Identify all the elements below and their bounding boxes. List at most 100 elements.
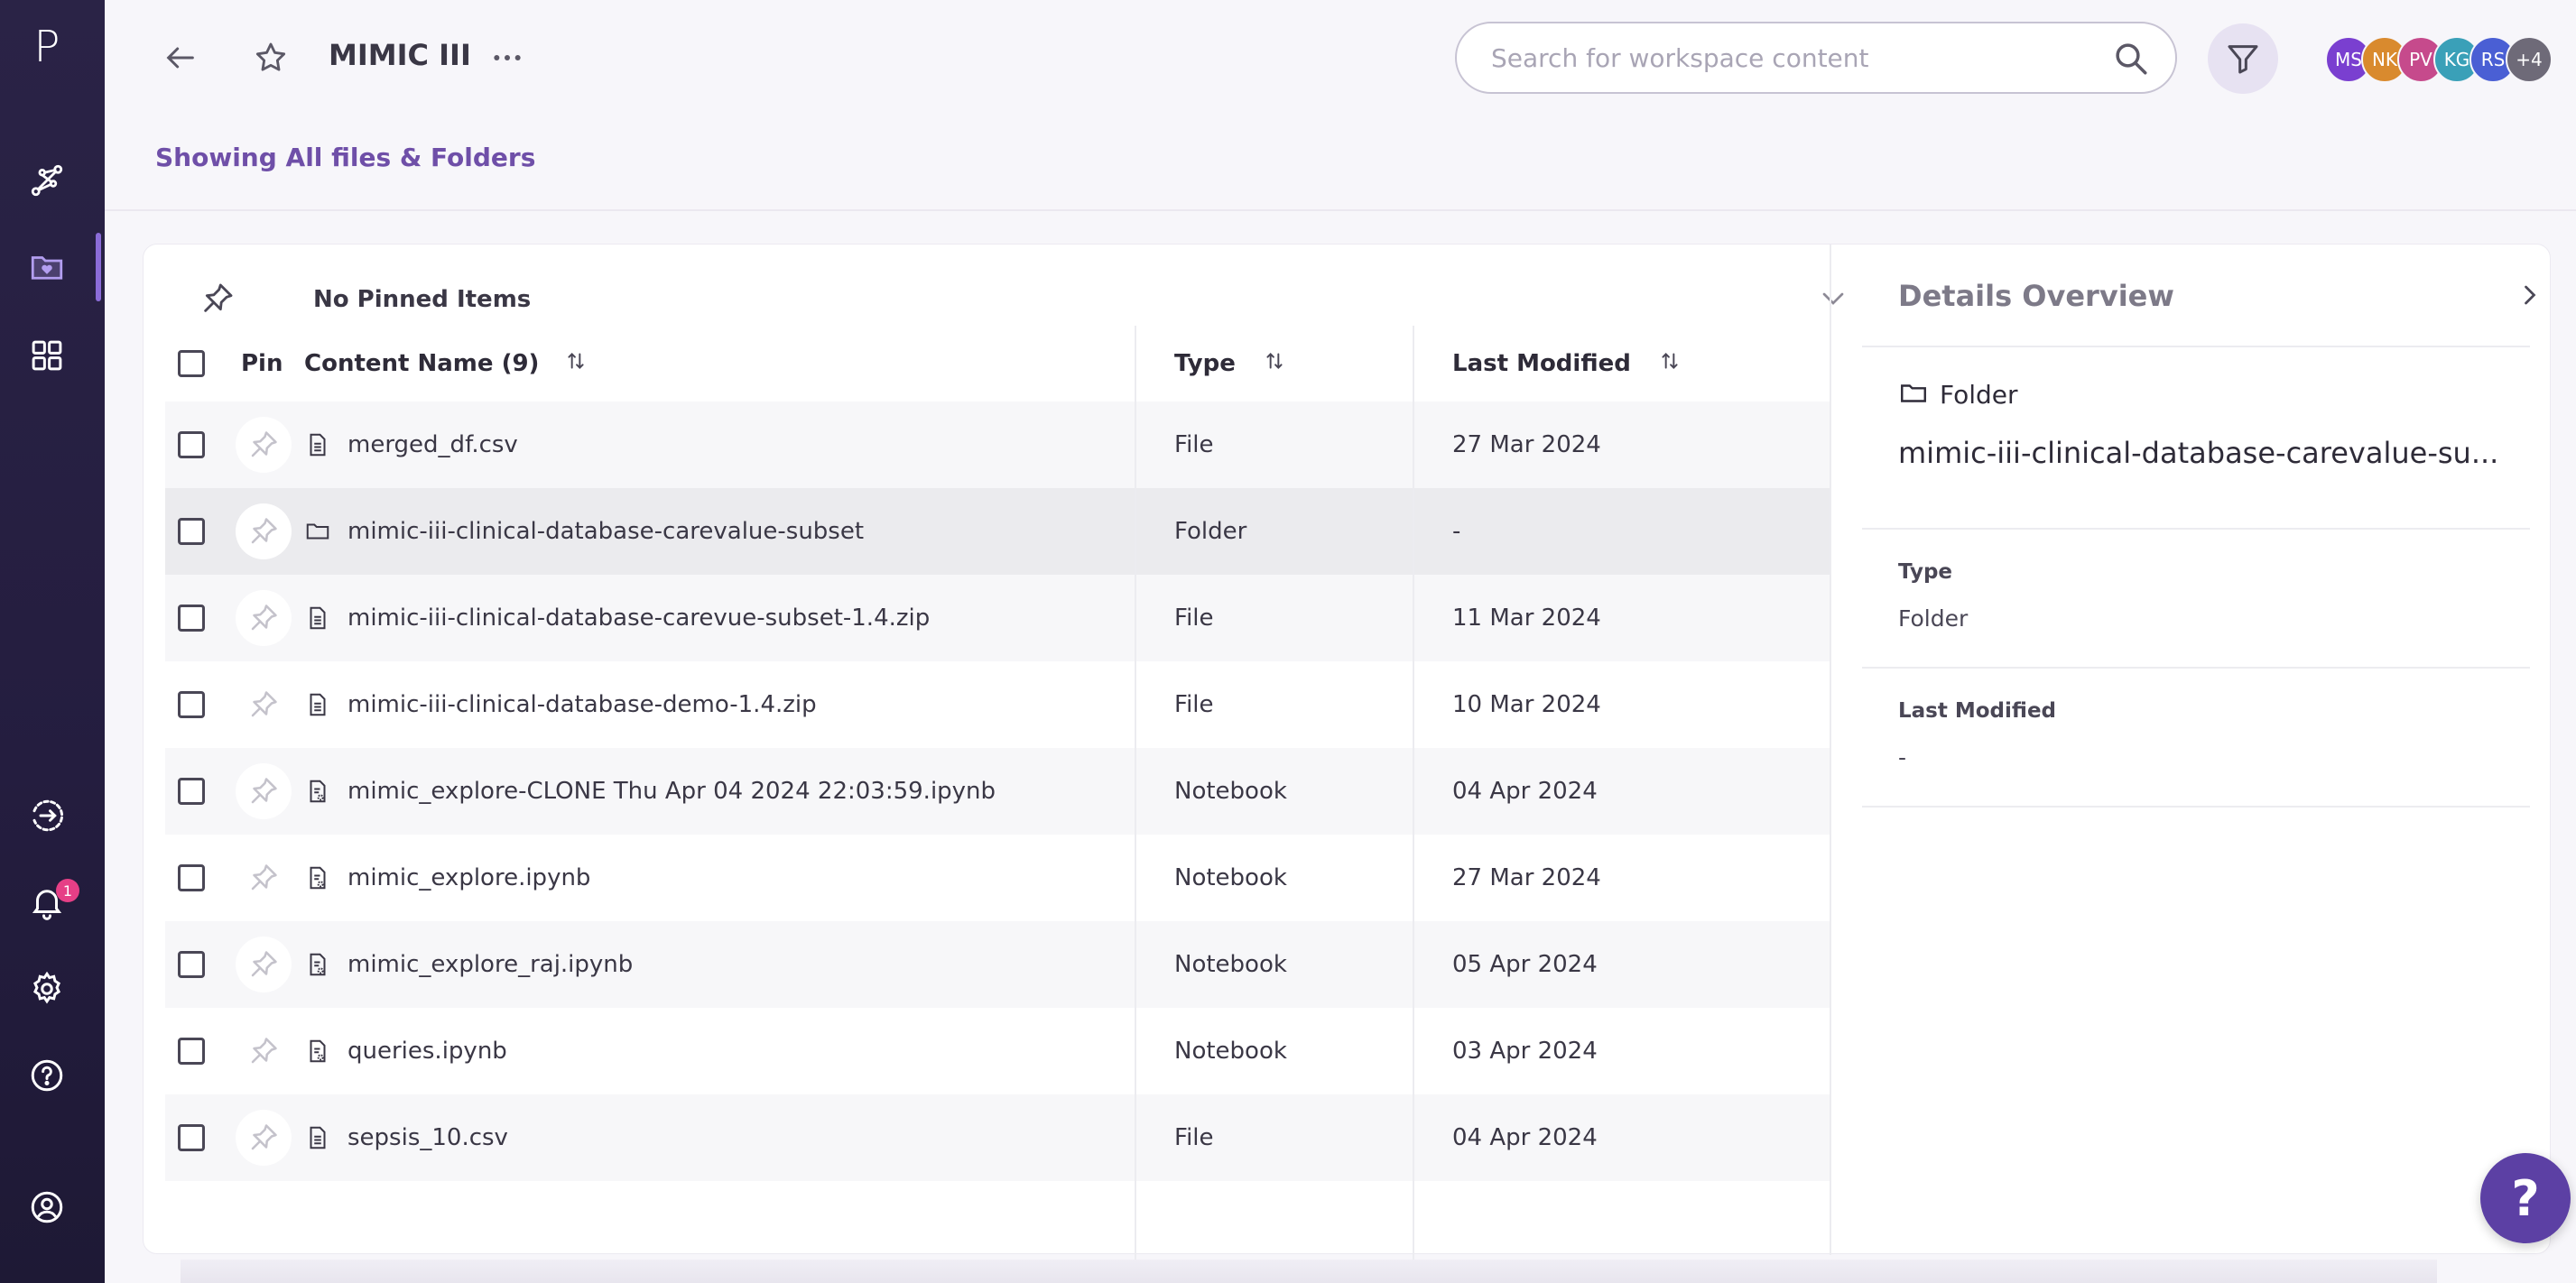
circle-arrow-icon [32,799,64,832]
content-name-cell[interactable]: merged_df.csv [304,402,518,488]
last-modified-cell: 04 Apr 2024 [1452,778,1598,805]
table-row[interactable]: mimic-iii-clinical-database-carevue-subs… [165,575,1831,661]
content-name-column-header[interactable]: Content Name (9) [304,326,588,402]
sidebar-item-help[interactable] [0,1041,94,1110]
row-checkbox-cell [178,661,205,748]
row-checkbox[interactable] [178,431,205,458]
pin-button[interactable] [236,850,292,906]
search-input[interactable] [1491,40,2105,76]
favorite-button[interactable] [246,32,296,83]
content-name-cell[interactable]: mimic_explore_raj.ipynb [304,921,633,1008]
row-checkbox[interactable] [178,1038,205,1065]
pin-button[interactable] [236,937,292,992]
details-modified-label: Last Modified [1898,699,2057,723]
filter-button[interactable] [2208,23,2278,94]
search-box [1455,22,2177,94]
sidebar-item-notifications[interactable]: 1 [0,868,94,937]
last-modified-cell: - [1452,518,1461,545]
pin-icon [204,283,233,312]
details-title: Details Overview [1898,279,2174,313]
table-header: Pin Content Name (9) Type Last Modified [165,326,1831,402]
pinned-items-bar[interactable]: No Pinned Items [199,273,1914,324]
row-checkbox[interactable] [178,864,205,891]
pin-icon [247,948,280,981]
row-checkbox[interactable] [178,691,205,718]
content-name-cell[interactable]: queries.ipynb [304,1008,507,1094]
table-row[interactable]: merged_df.csv File 27 Mar 2024 [165,402,1831,488]
sidebar-item-settings[interactable] [0,955,94,1023]
row-checkbox[interactable] [178,518,205,545]
node-graph-icon [31,164,63,197]
content-table: Pin Content Name (9) Type Last Modified [165,326,1831,1181]
help-button[interactable]: ? [2480,1153,2571,1243]
pin-button[interactable] [236,417,292,473]
sidebar-item-switch[interactable] [0,781,94,850]
content-name-cell[interactable]: mimic_explore-CLONE Thu Apr 04 2024 22:0… [304,748,996,835]
pin-button[interactable] [236,763,292,819]
question-circle-icon [31,1059,63,1092]
row-checkbox[interactable] [178,778,205,805]
type-cell: Notebook [1174,1038,1287,1065]
content-name-cell[interactable]: mimic-iii-clinical-database-carevalue-su… [304,488,864,575]
row-checkbox[interactable] [178,1124,205,1151]
app-logo[interactable]: P [0,20,94,74]
details-divider [1862,346,2530,347]
pin-button[interactable] [236,1023,292,1079]
search-icon[interactable] [2112,40,2150,78]
pin-button[interactable] [236,590,292,646]
row-checkbox-cell [178,402,205,488]
table-row[interactable]: mimic_explore.ipynb Notebook 27 Mar 2024 [165,835,1831,921]
notebook-icon [304,1038,331,1065]
notification-badge: 1 [56,879,79,902]
grid-icon [32,340,62,371]
avatar[interactable]: +4 [2506,36,2553,83]
chevron-right-icon[interactable] [2514,279,2546,311]
file-icon [304,1124,331,1151]
content-name-cell[interactable]: mimic_explore.ipynb [304,835,590,921]
table-row[interactable]: queries.ipynb Notebook 03 Apr 2024 [165,1008,1831,1094]
page-bottom-shadow [181,1260,2437,1283]
table-row[interactable]: mimic-iii-clinical-database-demo-1.4.zip… [165,661,1831,748]
notebook-icon [304,951,331,978]
table-row[interactable]: sepsis_10.csv File 04 Apr 2024 [165,1094,1831,1181]
type-column-header[interactable]: Type [1174,326,1286,402]
type-header-label: Type [1174,350,1236,377]
folder-heart-icon [31,256,63,280]
sort-icon[interactable] [1658,349,1682,379]
content-name: mimic_explore_raj.ipynb [347,951,634,978]
sort-icon[interactable] [564,349,588,379]
sidebar-item-dashboard[interactable] [0,321,94,390]
row-checkbox-cell [178,575,205,661]
top-header: MIMIC III MSNKPVKGRS+4 [105,0,2576,117]
pin-button[interactable] [236,1110,292,1166]
row-checkbox[interactable] [178,605,205,632]
sidebar-item-workspaces[interactable] [0,233,101,301]
content-card: No Pinned Items Pin Content Name (9) Typ… [143,244,2551,1264]
sidebar-item-pipelines[interactable] [0,146,94,215]
details-kind: Folder [1940,380,2018,410]
sidebar-item-profile[interactable] [0,1173,94,1241]
back-button[interactable] [155,32,206,83]
content-name: mimic_explore-CLONE Thu Apr 04 2024 22:0… [347,778,996,805]
type-cell: File [1174,691,1214,718]
content-name-cell[interactable]: mimic-iii-clinical-database-carevue-subs… [304,575,930,661]
arrow-left-icon [166,47,194,69]
row-checkbox[interactable] [178,951,205,978]
pin-cell [236,1094,292,1181]
pin-button[interactable] [236,503,292,559]
select-all-checkbox[interactable] [178,350,205,377]
type-cell: File [1174,431,1214,458]
table-row[interactable]: mimic-iii-clinical-database-carevalue-su… [165,488,1831,575]
file-icon [304,691,331,718]
more-options-button[interactable] [482,32,533,83]
content-name-cell[interactable]: mimic-iii-clinical-database-demo-1.4.zip [304,661,817,748]
select-all-checkbox-cell [178,326,205,402]
last-modified-column-header[interactable]: Last Modified [1452,326,1682,402]
pinned-items-label: No Pinned Items [313,286,532,313]
sort-icon[interactable] [1263,349,1286,379]
table-row[interactable]: mimic_explore-CLONE Thu Apr 04 2024 22:0… [165,748,1831,835]
details-divider [1862,667,2530,669]
content-name-cell[interactable]: sepsis_10.csv [304,1094,508,1181]
table-row[interactable]: mimic_explore_raj.ipynb Notebook 05 Apr 20… [165,921,1831,1008]
pin-button[interactable] [236,677,292,733]
